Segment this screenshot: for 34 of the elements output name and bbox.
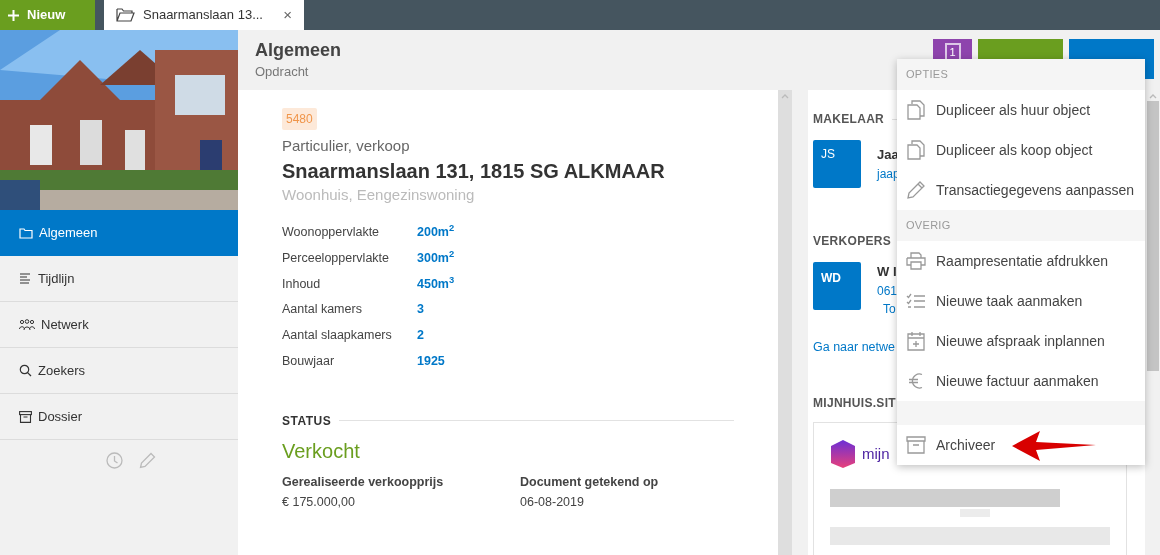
avatar: JS (813, 140, 861, 188)
object-type: Woonhuis, Eengezinswoning (282, 184, 476, 205)
spec-label: Bouwjaar (282, 352, 336, 370)
section-heading: MAKELAAR (813, 111, 885, 128)
status-value: Verkocht (282, 438, 361, 464)
section-heading: STATUS (282, 412, 332, 430)
spec-value: 3 (417, 301, 425, 319)
menu-section-header: OVERIG (897, 210, 1145, 241)
section-heading: MIJNHUIS.SIT (813, 395, 896, 413)
spec-value: 200m$^{2}$ (417, 223, 456, 241)
section-heading: VERKOPERS (813, 233, 892, 250)
tab-title: Snaarmanslaan 13... (143, 6, 263, 25)
field-label: Document getekend op (520, 473, 660, 491)
menu-section-header: OPTIES (897, 59, 1145, 90)
field-label: Gerealiseerde verkoopprijs (282, 473, 445, 491)
spec-label: Inhoud (282, 275, 322, 293)
spec-label: Woonoppervlakte (282, 224, 381, 241)
field-value: € 175.000,00 (282, 494, 356, 512)
spec-value: 300m$^{2}$ (417, 248, 456, 267)
spec-label: Aantal kamers (282, 301, 363, 319)
spec-value: 1925 (417, 352, 446, 370)
spec-value: 2 (417, 327, 425, 344)
object-category: Particulier, verkoop (282, 136, 411, 156)
site-logo-text: mijn (862, 444, 890, 464)
page-title: Algemeen (255, 39, 342, 61)
spec-label: Perceeloppervlakte (282, 249, 390, 267)
field-value: 06-08-2019 (520, 494, 585, 512)
object-number-badge: 5480 (282, 108, 317, 130)
spec-label: Aantal slaapkamers (282, 327, 393, 344)
contact-name: W I (877, 263, 898, 281)
avatar: WD (813, 262, 861, 310)
spec-value: 450m$^{3}$ (417, 274, 456, 293)
page-subtitle: Opdracht (255, 63, 310, 81)
object-address: Snaarmanslaan 131, 1815 SG ALKMAAR (282, 158, 666, 184)
